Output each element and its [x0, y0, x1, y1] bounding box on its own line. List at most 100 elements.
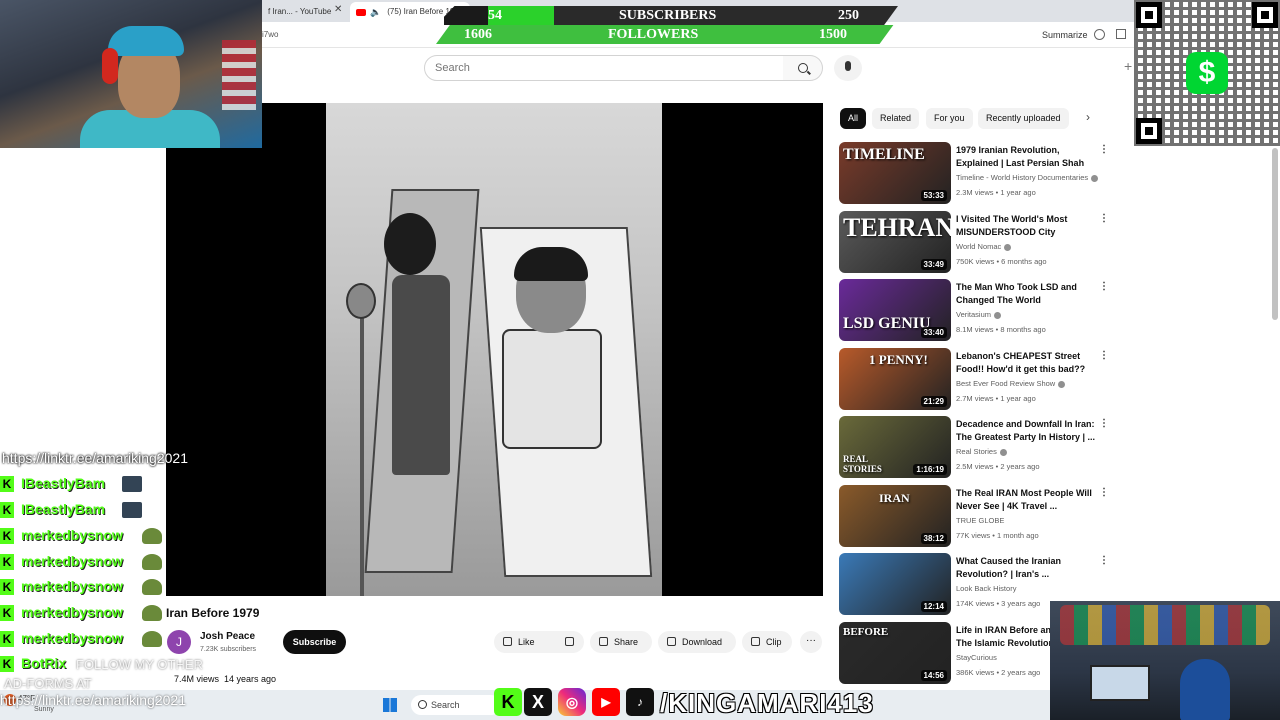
view-count: 386K views — [956, 668, 995, 677]
windows-start-icon[interactable] — [383, 698, 397, 712]
recommendation-item[interactable]: TEHRAN 33:49 I Visited The World's Most M… — [839, 211, 1109, 275]
kebab-menu-icon[interactable]: ⋮ — [1099, 213, 1109, 224]
chat-message: Kmerkedbysnow — [0, 575, 200, 599]
video-thumbnail[interactable]: TEHRAN 33:49 — [839, 211, 951, 273]
recommendation-item[interactable]: LSD GENIU 33:40 The Man Who Took LSD and … — [839, 279, 1109, 343]
turtle-emote — [142, 631, 162, 647]
channel-name-text: Veritasium — [956, 310, 992, 319]
recommendation-title[interactable]: What Caused the Iranian Revolution? | Ir… — [956, 555, 1096, 581]
kebab-menu-icon[interactable]: ⋮ — [1099, 418, 1109, 429]
speaker-icon[interactable]: 🔈 — [370, 2, 381, 22]
recommendation-item[interactable]: IRAN 38:12 The Real IRAN Most People Will… — [839, 485, 1109, 549]
chat-username: merkedbysnow — [21, 527, 123, 543]
dislike-button[interactable] — [556, 631, 584, 653]
boy-hair — [514, 247, 588, 281]
video-player[interactable] — [166, 103, 823, 596]
kebab-menu-icon[interactable]: ⋮ — [1099, 555, 1109, 566]
view-count: 2.5M views — [956, 462, 994, 471]
tiktok-icon: ♪ — [626, 688, 654, 716]
recommendation-title[interactable]: Decadence and Downfall In Iran: The Grea… — [956, 418, 1096, 444]
recommendation-channel[interactable]: TRUE GLOBE — [956, 516, 1004, 525]
video-thumbnail[interactable]: BEFORE 14:56 — [839, 622, 951, 684]
kick-icon: K — [0, 605, 14, 621]
recommendation-channel[interactable]: Look Back History — [956, 584, 1016, 593]
channel-name-text: Real Stories — [956, 447, 997, 456]
tab-close-icon[interactable]: ✕ — [334, 4, 342, 15]
recommendation-channel[interactable]: Timeline - World History Documentaries — [956, 173, 1099, 182]
clip-button[interactable]: Clip — [742, 631, 792, 653]
share-button[interactable]: Share — [590, 631, 652, 653]
qr-code: $ — [1134, 0, 1280, 146]
video-thumbnail[interactable]: 12:14 — [839, 553, 951, 615]
chat-message-text: AD-FORMS AT — [4, 676, 92, 691]
recommendation-title[interactable]: The Real IRAN Most People Will Never See… — [956, 487, 1096, 513]
chat-message: K IBeastlyBam — [0, 498, 200, 522]
kebab-menu-icon[interactable]: ⋮ — [1099, 487, 1109, 498]
sidebar-toggle-icon[interactable] — [1116, 29, 1126, 39]
channel-name-text: TRUE GLOBE — [956, 516, 1005, 525]
recommendation-meta: 2.7M views • 1 year ago — [956, 394, 1036, 403]
create-icon[interactable]: + — [1124, 58, 1132, 74]
search-box[interactable] — [424, 55, 784, 81]
room-camera — [1050, 601, 1280, 720]
kebab-menu-icon[interactable]: ⋮ — [1099, 281, 1109, 292]
recommendation-item[interactable]: 1 PENNY! 21:29 Lebanon's CHEAPEST Street … — [839, 348, 1109, 412]
microphone-stand — [360, 303, 364, 596]
chip-for-you[interactable]: For you — [926, 108, 973, 129]
recommendation-channel[interactable]: StayCurious — [956, 653, 997, 662]
video-thumbnail[interactable]: REAL STORIES 1:16:19 — [839, 416, 951, 478]
page-scrollbar[interactable] — [1272, 148, 1278, 320]
recommendation-channel[interactable]: Veritasium — [956, 310, 1002, 319]
video-thumbnail[interactable]: TIMELINE 53:33 — [839, 142, 951, 204]
recommendation-item[interactable]: REAL STORIES 1:16:19 Decadence and Downfa… — [839, 416, 1109, 480]
kebab-menu-icon[interactable]: ⋮ — [1099, 350, 1109, 361]
cap — [108, 26, 184, 56]
upload-age: 1 year ago — [1000, 188, 1036, 197]
recommendation-channel[interactable]: World Nomac — [956, 242, 1012, 251]
video-thumbnail[interactable]: LSD GENIU 33:40 — [839, 279, 951, 341]
search-input[interactable] — [435, 56, 775, 80]
subscribe-button[interactable]: Subscribe — [283, 630, 346, 654]
recommendation-channel[interactable]: Best Ever Food Review Show — [956, 379, 1066, 388]
recommendation-title[interactable]: I Visited The World's Most MISUNDERSTOOD… — [956, 213, 1096, 239]
more-actions-button[interactable]: ··· — [800, 631, 822, 653]
chat-overlay: https://linktr.ee/amariking2021 K IBeastl… — [0, 450, 230, 720]
like-icon — [503, 637, 512, 646]
kick-icon: K — [0, 476, 14, 492]
chip-recently-uploaded[interactable]: Recently uploaded — [978, 108, 1069, 129]
thumbnail-text: TEHRAN — [843, 213, 951, 242]
microphone — [346, 283, 376, 319]
address-text[interactable]: i7wo — [262, 30, 278, 39]
recommendation-channel[interactable]: Real Stories — [956, 447, 1007, 456]
video-thumbnail[interactable]: IRAN 38:12 — [839, 485, 951, 547]
video-thumbnail[interactable]: 1 PENNY! 21:29 — [839, 348, 951, 410]
cashapp-icon: $ — [1186, 52, 1228, 94]
recommendation-title[interactable]: The Man Who Took LSD and Changed The Wor… — [956, 281, 1096, 307]
chat-message: Kmerkedbysnow — [0, 627, 200, 651]
recommendation-title[interactable]: 1979 Iranian Revolution, Explained | Las… — [956, 144, 1096, 170]
turtle-emote — [142, 554, 162, 570]
download-button[interactable]: Download — [658, 631, 736, 653]
search-button[interactable] — [783, 55, 823, 81]
taskbar-search[interactable]: Search — [411, 695, 501, 715]
chevron-right-icon[interactable]: › — [1086, 110, 1090, 124]
hat-wall — [1060, 605, 1270, 645]
recommendation-title[interactable]: Lebanon's CHEAPEST Street Food!! How'd i… — [956, 350, 1096, 376]
recommendation-item[interactable]: TIMELINE 53:33 1979 Iranian Revolution, E… — [839, 142, 1109, 206]
turtle-emote — [142, 528, 162, 544]
chat-message: K BotRix FOLLOW MY OTHER — [0, 652, 240, 676]
summarize-icon[interactable] — [1094, 29, 1105, 40]
person — [1180, 659, 1230, 720]
chat-emote — [122, 476, 142, 492]
verified-icon — [1058, 380, 1066, 388]
upload-age: 1 year ago — [1000, 394, 1036, 403]
chip-all[interactable]: All — [840, 108, 867, 129]
kebab-menu-icon[interactable]: ⋮ — [1099, 144, 1109, 155]
voice-search-button[interactable] — [834, 55, 862, 81]
thumbnail-text: BEFORE — [843, 626, 889, 638]
summarize-button[interactable]: Summarize — [1042, 30, 1088, 40]
chip-related[interactable]: Related — [872, 108, 920, 129]
like-button[interactable]: Like — [494, 631, 556, 653]
x-icon: X — [524, 688, 552, 716]
subscribers-goal: 250 — [838, 8, 859, 23]
